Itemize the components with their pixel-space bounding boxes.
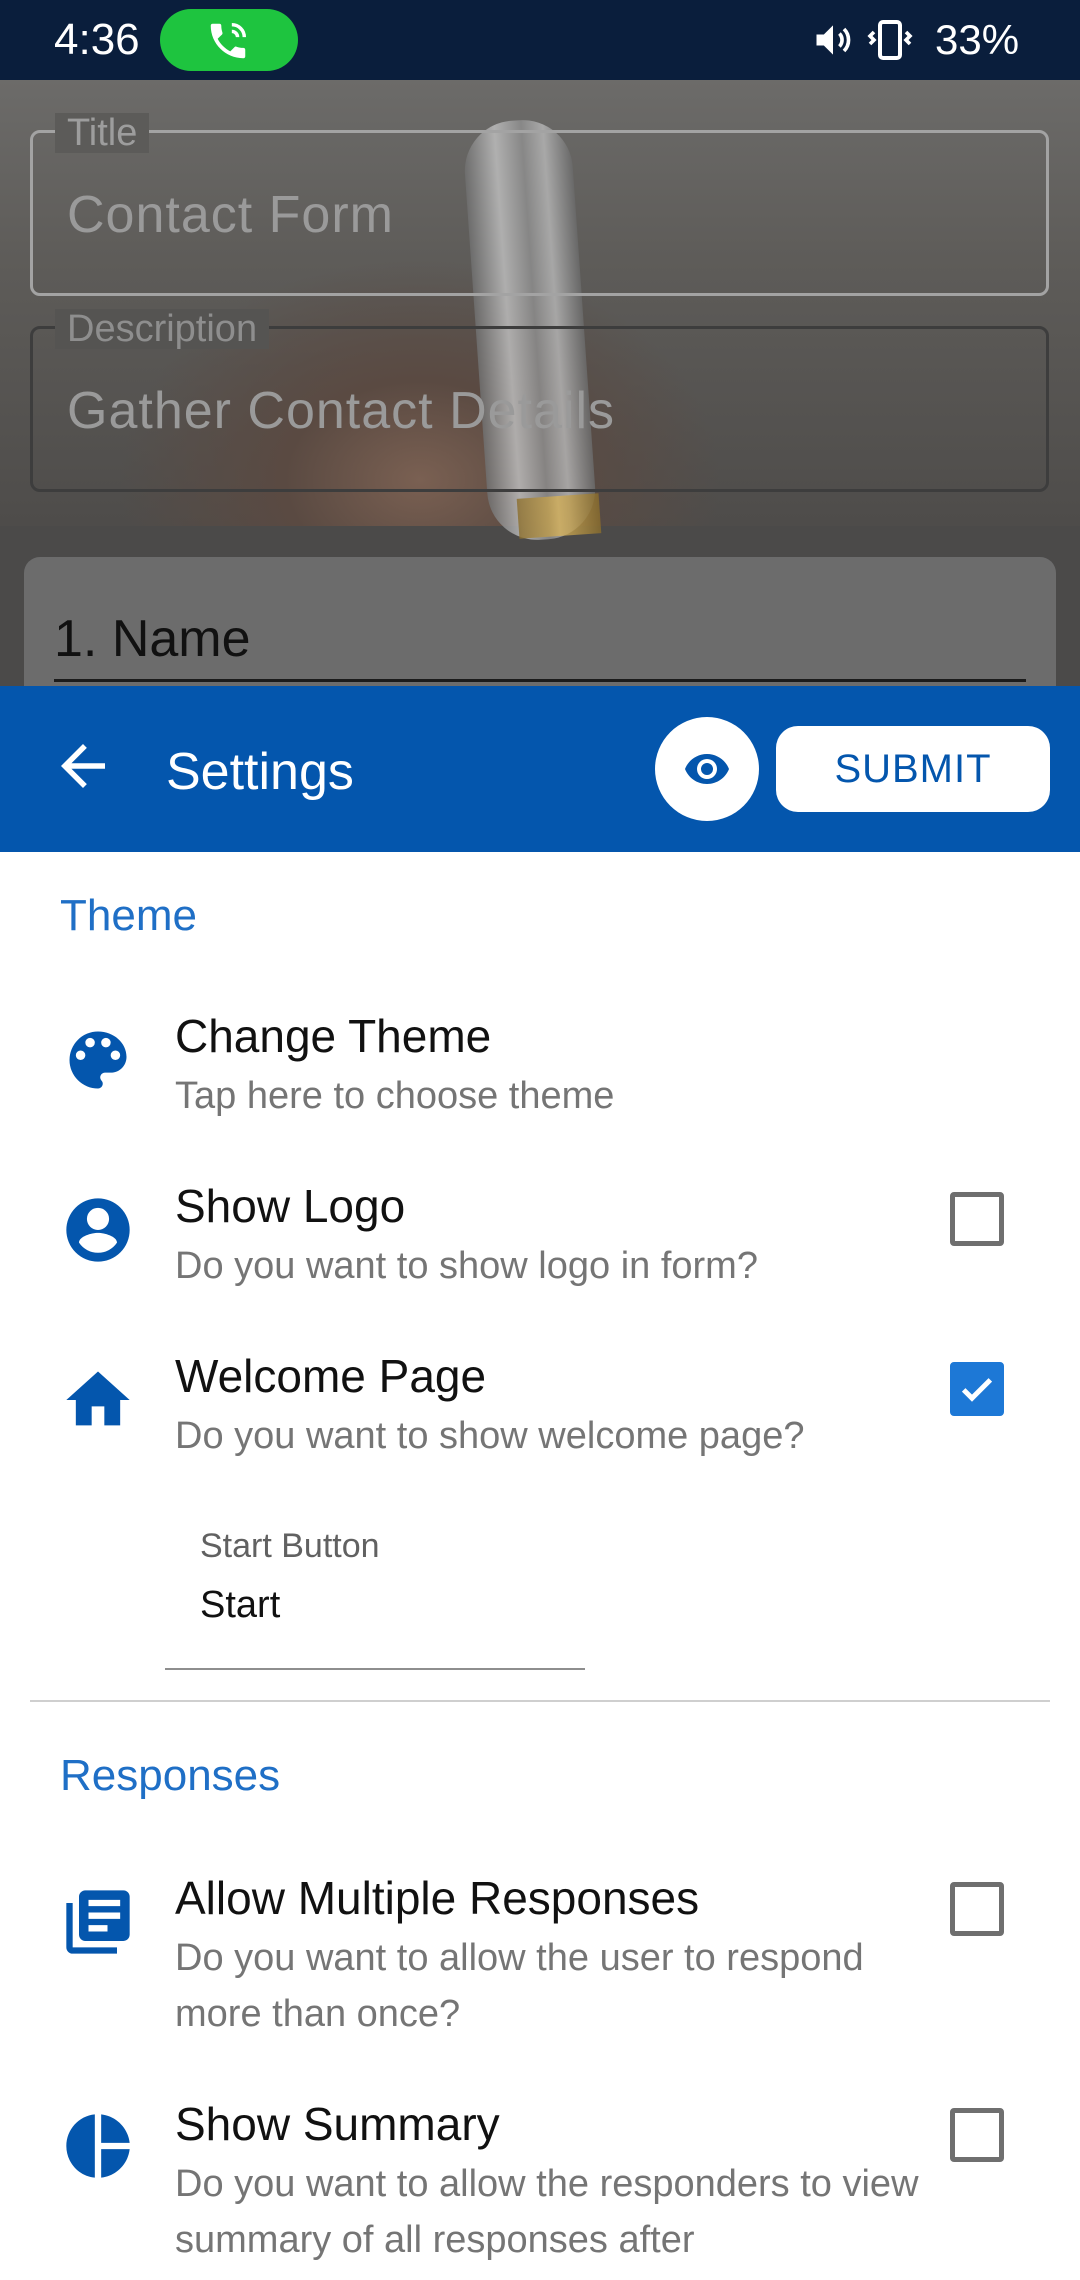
multiple-responses-subtitle: Do you want to allow the user to respond… [175,1937,864,2035]
start-button-underline [165,1668,585,1670]
settings-app-bar: Settings SUBMIT [0,686,1080,852]
title-field[interactable]: Title Contact Form [30,113,1049,296]
phone-in-call-icon [210,22,247,59]
pie-chart-icon [66,2114,130,2178]
volume-icon [816,25,851,55]
question-title: 1. Name [54,610,251,668]
account-circle-icon [66,1198,130,1262]
library-books-icon [66,1890,130,1954]
preview-button[interactable] [655,717,759,821]
description-field[interactable]: Description Gather Contact Details [30,309,1049,492]
welcome-page-title: Welcome Page [175,1350,487,1402]
form-editor-background: Title Contact Form Description Gather Co… [0,80,1080,686]
start-button-label: Start Button [200,1527,380,1565]
home-icon [66,1371,130,1426]
status-time: 4:36 [54,15,140,64]
multiple-responses-title: Allow Multiple Responses [175,1872,700,1924]
show-logo-title: Show Logo [175,1180,406,1232]
question-underline [54,679,1026,682]
ongoing-call-chip[interactable] [160,9,298,71]
multiple-responses-checkbox[interactable] [950,1882,1004,1936]
show-summary-checkbox[interactable] [950,2108,1004,2162]
welcome-page-checkbox[interactable] [950,1362,1004,1416]
title-field-value: Contact Form [67,186,394,244]
battery-percent: 33% [935,16,1020,63]
change-theme-title: Change Theme [175,1010,492,1062]
show-logo-checkbox[interactable] [950,1192,1004,1246]
page-title: Settings [166,743,354,801]
header-image-pen-band [516,493,602,539]
change-theme-subtitle: Tap here to choose theme [175,1075,615,1117]
arrow-back-icon[interactable] [50,733,116,799]
show-logo-subtitle: Do you want to show logo in form? [175,1245,758,1287]
title-field-label: Title [55,113,150,153]
submit-button[interactable]: SUBMIT [776,726,1050,812]
check-icon [961,1378,993,1402]
welcome-page-subtitle: Do you want to show welcome page? [175,1415,805,1457]
palette-icon [69,1031,127,1089]
vibrate-icon [867,20,913,60]
description-field-label: Description [55,309,270,349]
show-summary-subtitle: Do you want to allow the responders to v… [175,2163,919,2261]
section-header-responses: Responses [60,1751,281,1800]
show-summary-title: Show Summary [175,2098,500,2150]
question-card[interactable]: 1. Name [24,557,1056,686]
status-bar: 4:36 33% [0,0,1080,80]
section-divider [30,1700,1050,1702]
eye-icon [685,754,729,784]
start-button-input[interactable]: Start [200,1580,280,1630]
description-field-value: Gather Contact Details [67,382,616,440]
section-header-theme: Theme [60,891,197,940]
